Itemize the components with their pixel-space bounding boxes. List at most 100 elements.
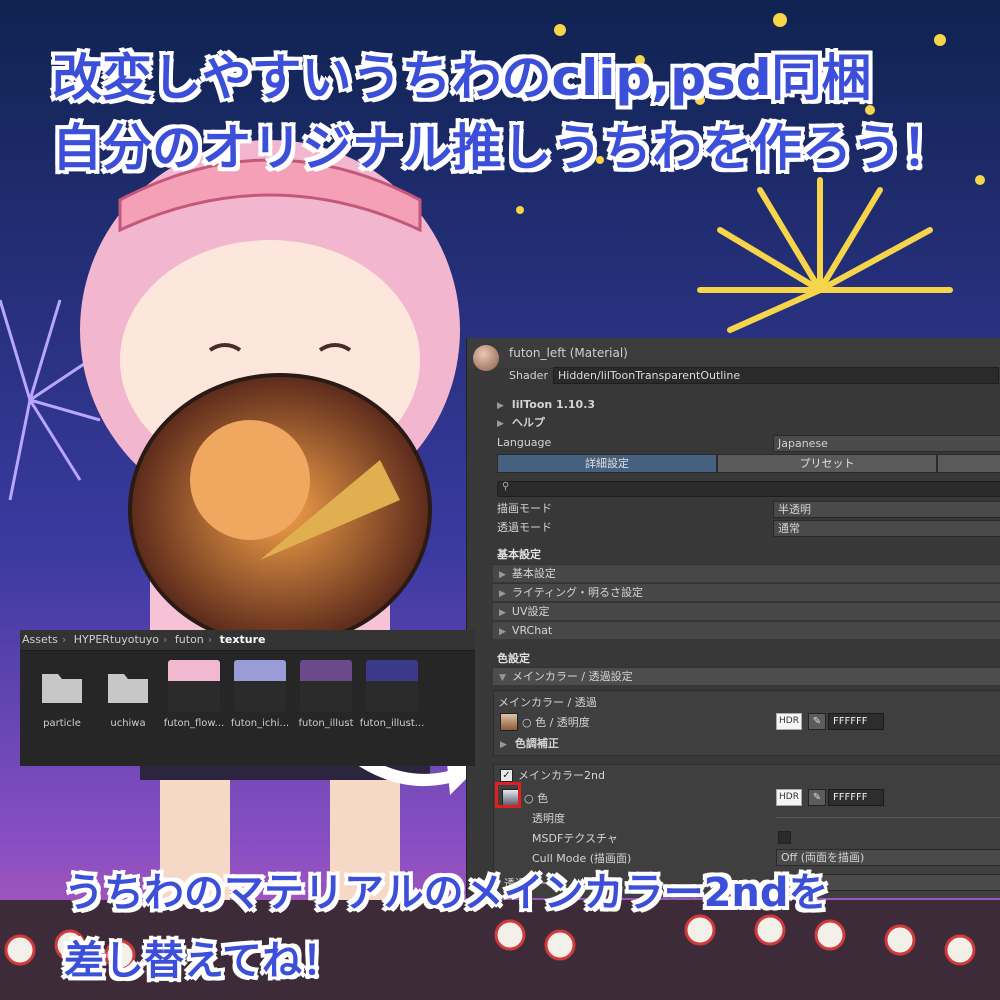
- liltoon-version-label: lilToon 1.10.3: [511, 398, 596, 411]
- main-color-subpanel: メインカラー / 透過 ○ 色 / 透明度 HDR ✎ FFFFFF ▶ 色調補正: [493, 690, 1000, 756]
- asset-name: uchiwa: [110, 718, 146, 729]
- help-label: ヘルプ: [511, 416, 545, 429]
- tab-extra[interactable]: [937, 454, 1000, 473]
- color-settings-heading: 色設定: [497, 652, 530, 665]
- project-browser: Assets › HYPERtuyotuyo › futon › texture pa…: [20, 630, 475, 766]
- search-input[interactable]: ⚲: [497, 481, 1000, 497]
- breadcrumb-sep-icon: ›: [61, 633, 67, 646]
- material-thumbnail: [473, 345, 499, 371]
- fold-label: VRChat: [511, 624, 553, 637]
- texture-thumbnail-icon: [168, 660, 220, 712]
- fold-label: UV設定: [511, 605, 550, 618]
- search-icon: ⚲: [502, 481, 510, 492]
- asset-tile-futon-illust-2[interactable]: futon_illust...: [360, 660, 424, 730]
- eyedropper-icon[interactable]: ✎: [808, 789, 826, 806]
- texture-thumbnail-icon: [300, 660, 352, 712]
- headline-line-3: うちわのマテリアルのメインカラー2ndを: [64, 870, 829, 916]
- breadcrumb-texture[interactable]: texture: [220, 633, 266, 646]
- headline-line-4: 差し替えてね！: [64, 938, 342, 984]
- tab-preset[interactable]: プリセット: [717, 454, 937, 473]
- fold-triangle-icon: ▶: [497, 419, 504, 429]
- breadcrumb: Assets › HYPERtuyotuyo › futon › texture: [20, 630, 475, 651]
- asset-name: futon_ichi...: [230, 718, 290, 729]
- transparent-mode-label: 透過モード: [497, 521, 552, 534]
- hex-main-color[interactable]: FFFFFF: [828, 713, 884, 730]
- folder-icon: [108, 674, 148, 703]
- fold-triangle-icon: ▶: [499, 627, 506, 637]
- fold-label: メインカラー / 透過設定: [511, 670, 633, 683]
- asset-tile-uchiwa[interactable]: uchiwa: [98, 660, 158, 730]
- asset-tile-futon-flow[interactable]: futon_flow...: [164, 660, 224, 730]
- headline-line-2: 自分のオリジナル推しうちわを作ろう！: [52, 119, 952, 177]
- opacity-label: 透明度: [532, 812, 565, 825]
- main-texture-slot[interactable]: [500, 713, 518, 731]
- asset-name: futon_illust: [298, 718, 354, 729]
- main-color-2nd-label: メインカラー2nd: [518, 769, 605, 782]
- shader-dropdown[interactable]: Hidden/lilToonTransparentOutline: [553, 367, 999, 384]
- asset-name: particle: [43, 718, 81, 729]
- fold-triangle-icon: ▶: [499, 570, 506, 580]
- transparent-mode-row: 透過モード 通常: [467, 519, 1000, 537]
- fold-lighting-settings[interactable]: ▶ ライティング・明るさ設定: [493, 583, 1000, 601]
- fold-label: ライティング・明るさ設定: [511, 586, 644, 599]
- transparent-mode-dropdown[interactable]: 通常: [773, 520, 1000, 537]
- main-color-2nd-checkbox[interactable]: ✓: [500, 769, 513, 782]
- fold-triangle-icon: ▶: [500, 740, 507, 750]
- folder-icon: [42, 674, 82, 703]
- language-label: Language: [497, 436, 552, 449]
- headline-line-1: 改変しやすいうちわのclip,psd同梱: [52, 49, 872, 107]
- help-row[interactable]: ▶ ヘルプ: [467, 414, 1000, 432]
- eyedropper-icon[interactable]: ✎: [808, 713, 826, 730]
- color-label: 色: [537, 792, 549, 805]
- tab-advanced-settings[interactable]: 詳細設定: [497, 454, 717, 473]
- texture-thumbnail-icon: [366, 660, 418, 712]
- msdf-checkbox[interactable]: [778, 831, 791, 844]
- radio-icon: ○: [524, 792, 534, 805]
- fold-triangle-icon: ▶: [497, 401, 504, 411]
- hdr-badge-2nd[interactable]: HDR: [776, 789, 802, 806]
- breadcrumb-futon[interactable]: futon: [175, 633, 204, 646]
- main-color-sub-label: メインカラー / 透過: [498, 696, 597, 709]
- breadcrumb-hypertuyotuyo[interactable]: HYPERtuyotuyo: [74, 633, 159, 646]
- material-title: futon_left (Material): [509, 346, 628, 360]
- shader-label: Shader: [509, 369, 548, 382]
- basic-settings-heading: 基本設定: [497, 548, 541, 561]
- render-mode-label: 描画モード: [497, 502, 552, 515]
- fold-triangle-icon: ▶: [499, 608, 506, 618]
- color-alpha-text: 色 / 透明度: [535, 716, 590, 729]
- asset-name: futon_flow...: [163, 718, 225, 729]
- color-label-row: ○ 色: [524, 790, 548, 806]
- fold-basic-settings[interactable]: ▶ 基本設定: [493, 564, 1000, 582]
- tone-correction-fold[interactable]: ▶ 色調補正: [500, 735, 559, 751]
- breadcrumb-sep-icon: ›: [207, 633, 213, 646]
- opacity-slider[interactable]: [776, 817, 1000, 818]
- liltoon-version-row[interactable]: ▶ lilToon 1.10.3: [467, 396, 1000, 414]
- inspector-header: futon_left (Material): [467, 338, 1000, 371]
- language-row: Language Japanese: [467, 434, 1000, 452]
- breadcrumb-sep-icon: ›: [163, 633, 168, 646]
- texture-thumbnail-icon: [234, 660, 286, 712]
- fold-triangle-icon: ▶: [499, 589, 506, 599]
- hex-2nd-color[interactable]: FFFFFF: [828, 789, 884, 806]
- asset-name: futon_illust...: [359, 718, 425, 729]
- color-alpha-label: ○ 色 / 透明度: [522, 714, 590, 730]
- fold-vrchat[interactable]: ▶ VRChat: [493, 621, 1000, 639]
- render-mode-row: 描画モード 半透明: [467, 500, 1000, 518]
- render-mode-dropdown[interactable]: 半透明: [773, 501, 1000, 518]
- radio-icon: ○: [522, 716, 532, 729]
- hdr-badge-main[interactable]: HDR: [776, 713, 802, 730]
- fold-label: 基本設定: [511, 567, 556, 580]
- material-inspector: futon_left (Material) Shader Hidden/lilT…: [466, 338, 1000, 898]
- tone-correction-label: 色調補正: [514, 737, 559, 750]
- fold-open-triangle-icon: ▼: [499, 673, 506, 683]
- breadcrumb-assets[interactable]: Assets: [22, 633, 58, 646]
- language-dropdown[interactable]: Japanese: [773, 435, 1000, 452]
- asset-tile-futon-ichi[interactable]: futon_ichi...: [230, 660, 290, 730]
- mode-tabs: 詳細設定 プリセット: [497, 454, 1000, 473]
- asset-tile-particle[interactable]: particle: [32, 660, 92, 730]
- fold-main-color-transparent[interactable]: ▼ メインカラー / 透過設定: [493, 667, 1000, 685]
- fold-uv-settings[interactable]: ▶ UV設定: [493, 602, 1000, 620]
- msdf-label: MSDFテクスチャ: [532, 832, 618, 845]
- highlight-box: [495, 782, 521, 808]
- asset-tile-futon-illust[interactable]: futon_illust: [296, 660, 356, 730]
